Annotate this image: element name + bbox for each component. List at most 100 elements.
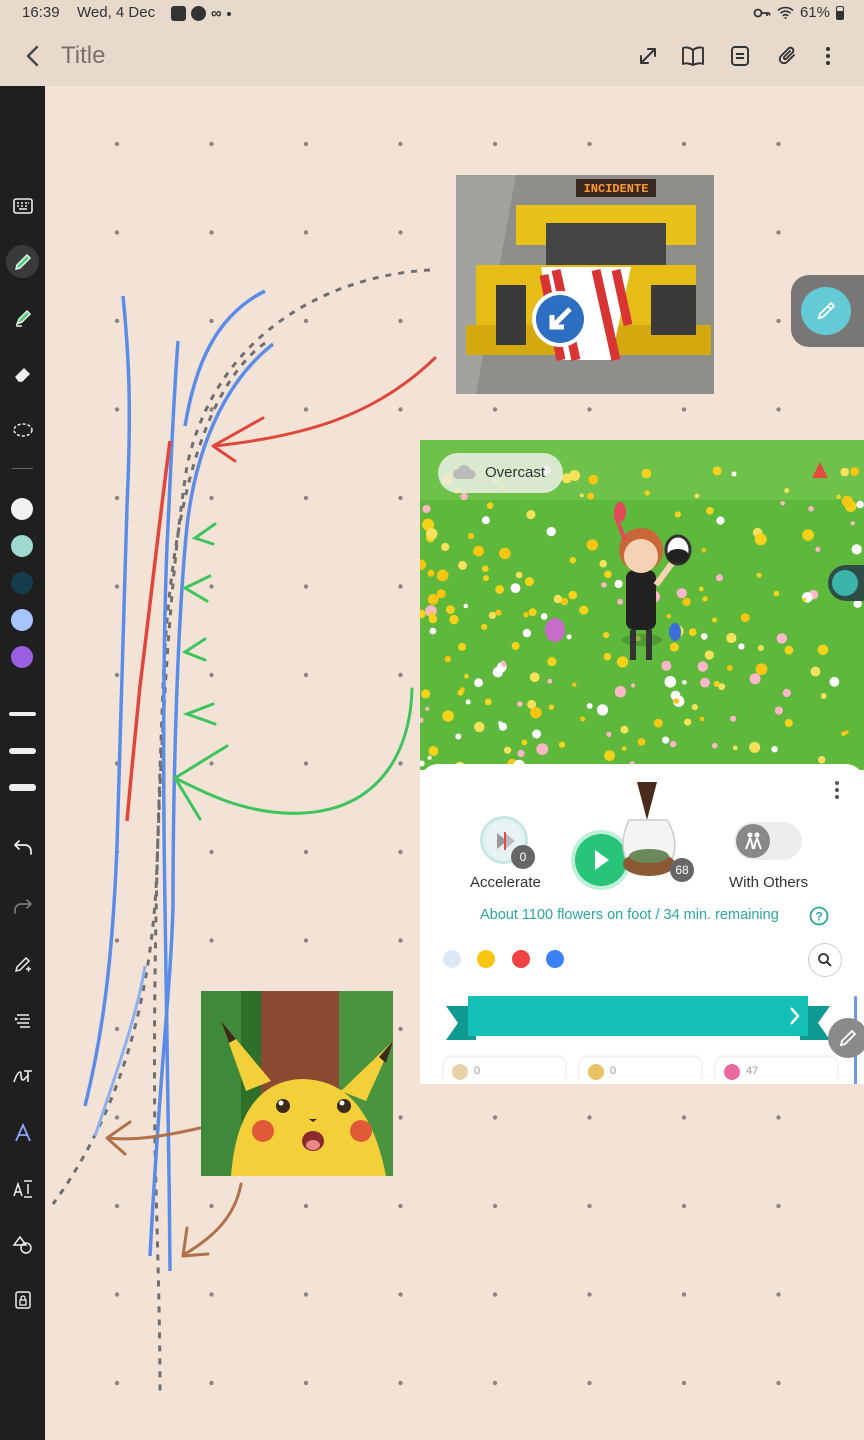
grid-dot <box>209 1292 214 1297</box>
flower <box>755 663 768 676</box>
color-swatch-navy[interactable] <box>11 572 33 594</box>
flower <box>464 673 469 679</box>
grid-dot <box>209 230 214 235</box>
flower <box>467 533 475 540</box>
petal-color-yellow[interactable] <box>477 950 495 968</box>
cloud-icon <box>453 465 476 479</box>
stroke-size-thick[interactable] <box>9 784 36 791</box>
flower <box>486 502 494 509</box>
flower <box>749 673 761 685</box>
item-count: 0 <box>610 1065 617 1077</box>
flower <box>784 719 793 727</box>
color-swatch-lightblue[interactable] <box>11 609 33 631</box>
status-time: 16:39 <box>22 4 60 21</box>
petal-color-blue[interactable] <box>546 950 564 968</box>
flower <box>802 597 807 602</box>
flower <box>481 516 490 525</box>
flower <box>463 603 469 609</box>
flower <box>604 570 612 579</box>
handwriting-icon <box>12 1069 32 1082</box>
flower <box>498 722 507 731</box>
truck-image[interactable]: INCIDENTE <box>456 175 714 394</box>
walking-people-icon <box>745 832 762 850</box>
flower <box>526 510 536 520</box>
petal-color-red[interactable] <box>512 950 530 968</box>
flower <box>850 521 855 526</box>
pen-settings-button[interactable] <box>6 947 39 980</box>
expand-button[interactable] <box>632 40 664 72</box>
grid-dot <box>209 584 214 589</box>
flower <box>436 569 449 582</box>
grid-dot <box>681 1115 687 1120</box>
template-button[interactable] <box>724 40 756 72</box>
pikachu-image[interactable] <box>201 991 393 1176</box>
color-swatch-teal[interactable] <box>11 535 33 557</box>
floating-pen-button[interactable] <box>791 275 864 347</box>
flower <box>815 546 821 552</box>
with-others-toggle[interactable] <box>734 822 802 860</box>
stroke-size-medium[interactable] <box>9 748 36 754</box>
flower <box>495 609 502 616</box>
pen-settings-icon <box>14 956 31 972</box>
book-view-button[interactable] <box>677 40 709 72</box>
flower <box>474 678 483 688</box>
item-card[interactable]: 47 <box>716 1058 837 1084</box>
text-style-button[interactable] <box>6 1116 39 1149</box>
weather-badge[interactable]: Overcast <box>438 453 563 493</box>
lock-button[interactable] <box>6 1283 39 1316</box>
redo-button[interactable] <box>6 889 39 922</box>
flower <box>776 633 787 644</box>
flower <box>702 596 708 602</box>
keyboard-button[interactable] <box>6 189 39 222</box>
highlighter-icon <box>15 309 31 327</box>
more-options-button[interactable] <box>812 40 844 72</box>
back-button[interactable] <box>16 40 48 72</box>
help-icon[interactable]: ? <box>809 906 829 926</box>
flower <box>774 706 783 715</box>
item-card[interactable]: 0 <box>580 1058 701 1084</box>
grid-dot <box>398 1380 403 1386</box>
petal-color-white[interactable] <box>443 950 461 968</box>
flower <box>547 657 557 667</box>
grid-dot <box>209 318 214 324</box>
grid-dot <box>776 1292 781 1297</box>
flower <box>740 613 750 623</box>
undo-button[interactable] <box>6 830 39 863</box>
color-swatch-purple[interactable] <box>11 646 33 668</box>
edit-pen-button[interactable] <box>828 1018 864 1058</box>
stroke-size-thin[interactable] <box>9 712 36 716</box>
flower <box>653 718 663 728</box>
item-card[interactable]: 0 <box>444 1058 565 1084</box>
text-align-button[interactable] <box>6 1004 39 1037</box>
flower <box>808 506 814 512</box>
flower <box>558 741 566 748</box>
flower <box>784 645 794 655</box>
text-size-button[interactable] <box>6 1172 39 1205</box>
search-button[interactable] <box>808 943 842 977</box>
flower <box>704 650 714 660</box>
truck-sign-text: INCIDENTE <box>584 182 649 196</box>
green-chevron <box>191 522 217 546</box>
planting-ribbon-button[interactable] <box>446 992 830 1044</box>
color-swatch-white[interactable] <box>11 498 33 520</box>
flower <box>616 656 629 668</box>
flower <box>810 666 821 677</box>
highlighter-tool-button[interactable] <box>6 301 39 334</box>
pikmin-screenshot[interactable]: Overcast 0 Accelerate 68 With Others Abo… <box>420 440 864 1084</box>
shapes-button[interactable] <box>6 1228 39 1261</box>
grid-dot <box>209 1203 214 1209</box>
lasso-tool-button[interactable] <box>6 413 39 446</box>
eraser-tool-button[interactable] <box>6 357 39 390</box>
item-coin-icon <box>452 1064 468 1080</box>
grid-dot <box>681 407 687 412</box>
page-title[interactable]: Title <box>61 42 105 70</box>
expand-icon <box>640 48 656 64</box>
attach-button[interactable] <box>772 40 804 72</box>
grid-dot <box>209 761 214 766</box>
handwriting-button[interactable] <box>6 1060 39 1093</box>
pen-tool-button[interactable] <box>6 245 39 278</box>
grid-dot <box>587 1292 592 1297</box>
flower <box>732 745 738 751</box>
more-icon[interactable] <box>834 780 840 800</box>
mini-floating-pen-button[interactable] <box>828 565 864 601</box>
